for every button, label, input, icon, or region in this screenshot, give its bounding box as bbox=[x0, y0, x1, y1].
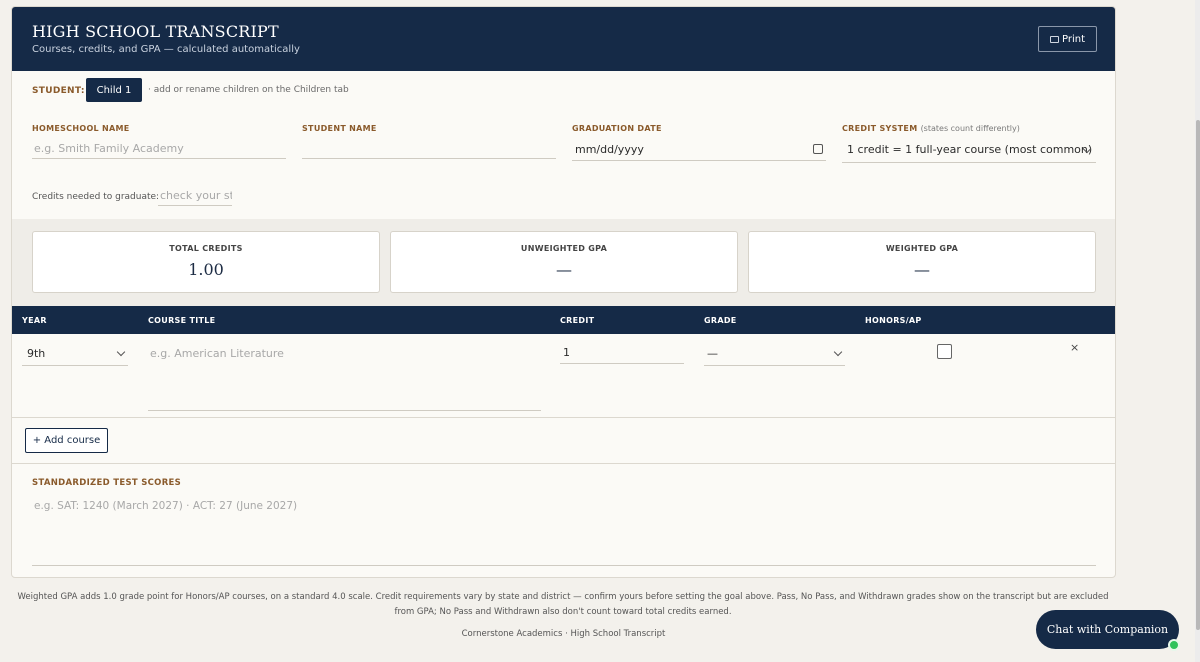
grade-value: — bbox=[707, 347, 718, 360]
homeschool-name-placeholder: e.g. Smith Family Academy bbox=[34, 142, 184, 155]
unweighted-gpa-value: — bbox=[556, 260, 572, 279]
transcript-card: HIGH SCHOOL TRANSCRIPT Courses, credits,… bbox=[11, 6, 1116, 578]
credits-needed-placeholder: check your stat bbox=[160, 189, 232, 202]
homeschool-name-label: HOMESCHOOL NAME bbox=[32, 124, 130, 133]
column-grade: GRADE bbox=[704, 316, 737, 325]
scrollbar-thumb[interactable] bbox=[1196, 120, 1200, 630]
chat-companion-button[interactable]: Chat with Companion bbox=[1036, 610, 1179, 649]
total-credits-card: TOTAL CREDITS 1.00 bbox=[32, 231, 380, 293]
grade-select[interactable]: — bbox=[704, 344, 845, 366]
year-value: 9th bbox=[27, 347, 46, 360]
course-title-input[interactable]: e.g. American Literature bbox=[148, 344, 541, 411]
total-credits-label: TOTAL CREDITS bbox=[169, 244, 243, 253]
credit-input[interactable]: 1 bbox=[560, 344, 684, 364]
print-button[interactable]: Print bbox=[1038, 26, 1097, 52]
child-1-button[interactable]: Child 1 bbox=[86, 78, 142, 102]
homeschool-name-input[interactable]: e.g. Smith Family Academy bbox=[32, 141, 286, 159]
header-bar: HIGH SCHOOL TRANSCRIPT Courses, credits,… bbox=[12, 7, 1115, 71]
remove-course-icon[interactable]: × bbox=[1070, 341, 1079, 354]
children-tab-note: · add or rename children on the Children… bbox=[148, 85, 349, 95]
weighted-gpa-value: — bbox=[914, 260, 930, 279]
add-course-button[interactable]: + Add course bbox=[25, 428, 108, 453]
graduation-date-label: GRADUATION DATE bbox=[572, 124, 662, 133]
gpa-footnote: Weighted GPA adds 1.0 grade point for Ho… bbox=[17, 592, 1109, 617]
course-table-header: YEAR COURSE TITLE CREDIT GRADE HONORS/AP bbox=[12, 306, 1115, 334]
test-scores-input[interactable]: e.g. SAT: 1240 (March 2027) · ACT: 27 (J… bbox=[32, 499, 1096, 566]
total-credits-value: 1.00 bbox=[188, 260, 224, 279]
student-name-label: STUDENT NAME bbox=[302, 124, 377, 133]
table-row: 9th e.g. American Literature 1 — × bbox=[12, 334, 1115, 418]
weighted-gpa-label: WEIGHTED GPA bbox=[885, 244, 959, 253]
graduation-date-value: mm/dd/yyyy bbox=[575, 143, 644, 156]
column-course-title: COURSE TITLE bbox=[148, 316, 216, 325]
stats-section: TOTAL CREDITS 1.00 UNWEIGHTED GPA — WEIG… bbox=[12, 219, 1115, 306]
credit-system-value: 1 credit = 1 full-year course (most comm… bbox=[847, 143, 1093, 156]
section-divider bbox=[12, 463, 1115, 464]
brand-line: Cornerstone Academics · High School Tran… bbox=[461, 629, 666, 639]
student-label: STUDENT: bbox=[32, 86, 85, 96]
graduation-date-input[interactable]: mm/dd/yyyy bbox=[572, 141, 826, 161]
test-scores-placeholder: e.g. SAT: 1240 (March 2027) · ACT: 27 (J… bbox=[34, 500, 298, 512]
print-label: Print bbox=[1061, 33, 1085, 45]
printer-icon bbox=[1049, 35, 1059, 43]
column-honors-ap: HONORS/AP bbox=[865, 316, 922, 325]
unweighted-gpa-label: UNWEIGHTED GPA bbox=[520, 244, 608, 253]
unweighted-gpa-card: UNWEIGHTED GPA — bbox=[390, 231, 738, 293]
page-title: HIGH SCHOOL TRANSCRIPT bbox=[32, 22, 279, 41]
credit-system-label-note: (states count differently) bbox=[920, 124, 1020, 133]
chevron-down-icon bbox=[116, 347, 126, 357]
credit-system-select[interactable]: 1 credit = 1 full-year course (most comm… bbox=[842, 141, 1096, 163]
credit-system-label-text: CREDIT SYSTEM bbox=[842, 124, 918, 133]
weighted-gpa-card: WEIGHTED GPA — bbox=[748, 231, 1096, 293]
chevron-down-icon bbox=[833, 347, 843, 357]
column-credit: CREDIT bbox=[560, 316, 595, 325]
student-name-input[interactable] bbox=[302, 141, 556, 159]
column-year: YEAR bbox=[22, 316, 47, 325]
page-subtitle: Courses, credits, and GPA — calculated a… bbox=[32, 44, 300, 55]
honors-ap-checkbox[interactable] bbox=[937, 344, 952, 359]
test-scores-label: STANDARDIZED TEST SCORES bbox=[32, 478, 182, 488]
credits-needed-input[interactable]: check your stat bbox=[158, 188, 232, 206]
credits-needed-label: Credits needed to graduate: bbox=[32, 192, 160, 202]
calendar-icon[interactable] bbox=[813, 144, 823, 154]
course-title-placeholder: e.g. American Literature bbox=[150, 347, 284, 360]
credit-system-label: CREDIT SYSTEM (states count differently) bbox=[842, 124, 1020, 133]
online-status-icon bbox=[1168, 639, 1180, 651]
credit-value: 1 bbox=[563, 346, 570, 359]
year-select[interactable]: 9th bbox=[22, 344, 128, 366]
